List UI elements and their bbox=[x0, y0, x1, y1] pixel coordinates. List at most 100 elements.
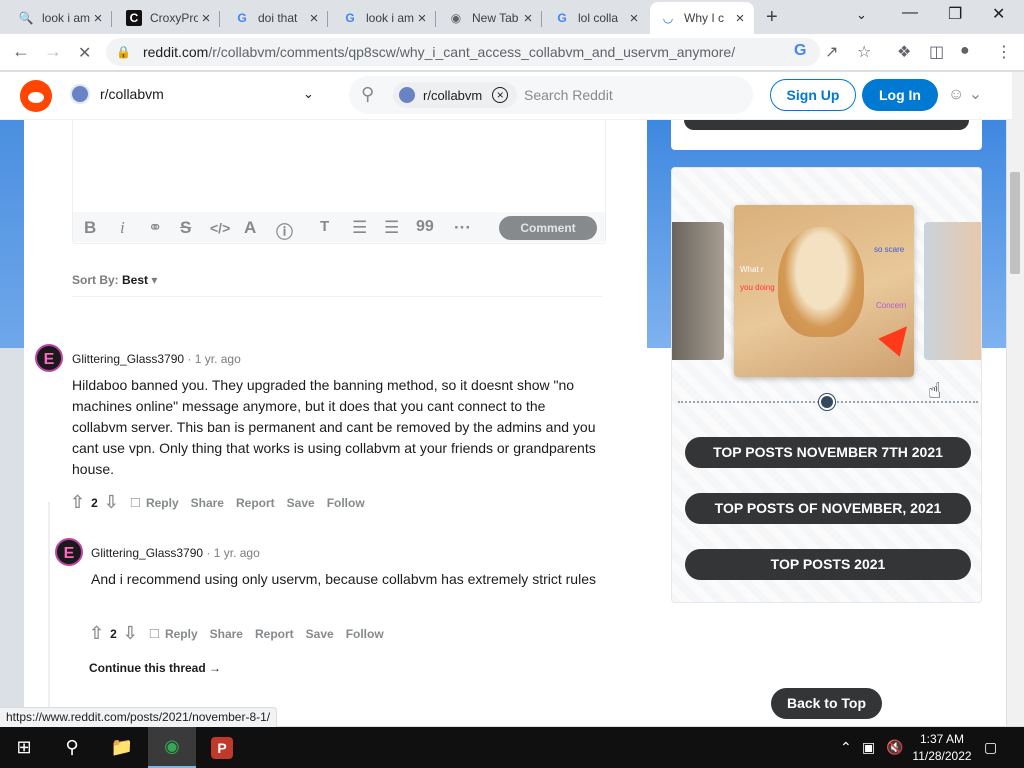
volume-muted-icon[interactable]: 🔇 bbox=[886, 739, 903, 756]
close-icon[interactable]: × bbox=[732, 10, 748, 27]
share-button[interactable]: Share bbox=[191, 496, 224, 510]
report-button[interactable]: Report bbox=[236, 496, 275, 510]
comment-bubble-icon[interactable]: □ bbox=[131, 494, 140, 511]
tab-look-i-am-2[interactable]: G look i am × bbox=[332, 4, 436, 32]
close-icon[interactable]: × bbox=[198, 10, 214, 27]
scrollbar-thumb[interactable] bbox=[1010, 172, 1020, 274]
windows-start-icon[interactable]: ⊞ bbox=[0, 727, 48, 768]
user-menu-icon[interactable]: ☺ ⌄ bbox=[948, 84, 982, 104]
side-panel-icon[interactable]: ◫ bbox=[929, 42, 944, 62]
tab-new-tab[interactable]: ◉ New Tab × bbox=[438, 4, 542, 32]
comment-author[interactable]: Glittering_Glass3790 bbox=[91, 546, 203, 560]
back-arrow-icon[interactable]: ← bbox=[12, 41, 30, 62]
tab-look-i-am[interactable]: 🔍 look i am × bbox=[8, 4, 112, 32]
more-icon[interactable]: ··· bbox=[454, 218, 471, 238]
forward-arrow-icon[interactable]: → bbox=[44, 41, 62, 62]
stop-loading-icon[interactable]: ✕ bbox=[78, 43, 91, 63]
spoiler-icon[interactable]: ⓘ bbox=[276, 218, 293, 243]
carousel-image-next[interactable] bbox=[924, 222, 981, 360]
tab-search-chevron-icon[interactable]: ⌄ bbox=[856, 7, 867, 23]
subreddit-selector[interactable]: r/collabvm bbox=[70, 84, 164, 104]
downvote-icon[interactable]: ⇩ bbox=[104, 492, 119, 513]
avatar[interactable]: E bbox=[35, 344, 63, 372]
comment-bubble-icon[interactable]: □ bbox=[150, 625, 159, 642]
thread-line[interactable] bbox=[48, 502, 50, 722]
clear-chip-icon[interactable]: × bbox=[492, 87, 509, 103]
heading-icon[interactable]: T bbox=[320, 218, 329, 235]
file-explorer-icon[interactable]: 📁 bbox=[98, 727, 146, 768]
close-icon[interactable]: × bbox=[414, 10, 430, 27]
share-icon[interactable]: ↗ bbox=[825, 42, 838, 62]
sort-by-dropdown[interactable]: Sort By: Best ▾ bbox=[72, 273, 157, 287]
link-icon[interactable]: ⚭ bbox=[148, 218, 162, 238]
extensions-puzzle-icon[interactable]: ❖ bbox=[897, 42, 911, 62]
search-icon[interactable]: ⚲ bbox=[48, 727, 96, 768]
save-button[interactable]: Save bbox=[306, 627, 334, 641]
comment-button[interactable]: Comment bbox=[499, 216, 597, 240]
carousel-image-doge[interactable]: What r you doing so scare Concern bbox=[734, 205, 918, 377]
top-posts-day-button[interactable]: TOP POSTS NOVEMBER 7TH 2021 bbox=[685, 437, 971, 468]
numbered-list-icon[interactable]: ☰ bbox=[384, 218, 399, 238]
search-community-chip[interactable]: r/collabvm × bbox=[393, 82, 517, 108]
chevron-down-icon[interactable]: ⌄ bbox=[303, 86, 314, 102]
comment-age[interactable]: 1 yr. ago bbox=[195, 352, 241, 366]
close-icon[interactable]: × bbox=[520, 10, 536, 27]
save-button[interactable]: Save bbox=[287, 496, 315, 510]
window-close-icon[interactable]: ✕ bbox=[992, 4, 1005, 24]
address-bar[interactable]: 🔒 reddit.com/r/collabvm/comments/qp8scw/… bbox=[106, 38, 820, 66]
tab-why-i-cant[interactable]: ◡ Why I c × bbox=[650, 2, 754, 34]
strikethrough-icon[interactable]: S bbox=[180, 218, 191, 238]
upvote-icon[interactable]: ⇧ bbox=[89, 623, 104, 644]
bookmark-star-icon[interactable]: ☆ bbox=[857, 42, 871, 62]
quote-icon[interactable]: 99 bbox=[416, 218, 434, 236]
google-lens-icon[interactable]: G bbox=[794, 42, 806, 60]
report-button[interactable]: Report bbox=[255, 627, 294, 641]
minimize-icon[interactable]: — bbox=[902, 4, 918, 22]
tab-lol-colla[interactable]: G lol colla × bbox=[544, 4, 648, 32]
profile-icon[interactable]: ● bbox=[960, 42, 970, 60]
network-icon[interactable]: ▣ bbox=[862, 739, 875, 756]
upvote-icon[interactable]: ⇧ bbox=[70, 492, 85, 513]
reply-button[interactable]: Reply bbox=[146, 496, 179, 510]
comment-author[interactable]: Glittering_Glass3790 bbox=[72, 352, 184, 366]
new-tab-plus-icon[interactable]: + bbox=[766, 6, 778, 29]
log-in-button[interactable]: Log In bbox=[862, 79, 938, 111]
top-posts-month-button[interactable]: TOP POSTS OF NOVEMBER, 2021 bbox=[685, 493, 971, 524]
italic-icon[interactable]: i bbox=[120, 218, 125, 238]
close-icon[interactable]: × bbox=[90, 10, 106, 27]
continue-thread-link[interactable]: Continue this thread → bbox=[89, 661, 221, 675]
superscript-icon[interactable]: A bbox=[244, 218, 256, 238]
comment-age[interactable]: 1 yr. ago bbox=[214, 546, 260, 560]
follow-button[interactable]: Follow bbox=[346, 627, 384, 641]
downvote-icon[interactable]: ⇩ bbox=[123, 623, 138, 644]
taskbar-clock[interactable]: 1:37 AM 11/28/2022 bbox=[906, 731, 978, 765]
carousel-image-prev[interactable] bbox=[672, 222, 724, 360]
follow-button[interactable]: Follow bbox=[327, 496, 365, 510]
chrome-icon[interactable]: ◉ bbox=[148, 727, 196, 768]
sidebar-button-partial[interactable] bbox=[684, 120, 969, 130]
notifications-icon[interactable]: ▢ bbox=[984, 739, 997, 756]
tab-doi-that[interactable]: G doi that × bbox=[224, 4, 328, 32]
top-posts-year-button[interactable]: TOP POSTS 2021 bbox=[685, 549, 971, 580]
menu-kebab-icon[interactable]: ⋮ bbox=[996, 42, 1012, 62]
search-bar[interactable]: ⚲ r/collabvm × Search Reddit bbox=[349, 76, 753, 114]
reply-button[interactable]: Reply bbox=[165, 627, 198, 641]
carousel-handle[interactable] bbox=[819, 394, 835, 410]
lock-icon[interactable]: 🔒 bbox=[116, 45, 131, 59]
sign-up-button[interactable]: Sign Up bbox=[770, 79, 856, 111]
back-to-top-button[interactable]: Back to Top bbox=[771, 688, 882, 719]
avatar[interactable]: E bbox=[55, 538, 83, 566]
bold-icon[interactable]: B bbox=[84, 218, 96, 238]
psiphon-icon[interactable]: P bbox=[198, 727, 246, 768]
inline-code-icon[interactable]: </> bbox=[210, 220, 230, 236]
share-button[interactable]: Share bbox=[210, 627, 243, 641]
close-icon[interactable]: × bbox=[306, 10, 322, 27]
page-scrollbar[interactable] bbox=[1007, 72, 1024, 726]
tray-chevron-up-icon[interactable]: ⌃ bbox=[840, 739, 852, 756]
bulleted-list-icon[interactable]: ☰ bbox=[352, 218, 367, 238]
restore-icon[interactable]: ❐ bbox=[948, 4, 962, 24]
reddit-logo-icon[interactable] bbox=[20, 80, 52, 112]
search-input[interactable]: Search Reddit bbox=[524, 87, 613, 103]
close-icon[interactable]: × bbox=[626, 10, 642, 27]
tab-croxyproxy[interactable]: C CroxyProxy × bbox=[116, 4, 220, 32]
